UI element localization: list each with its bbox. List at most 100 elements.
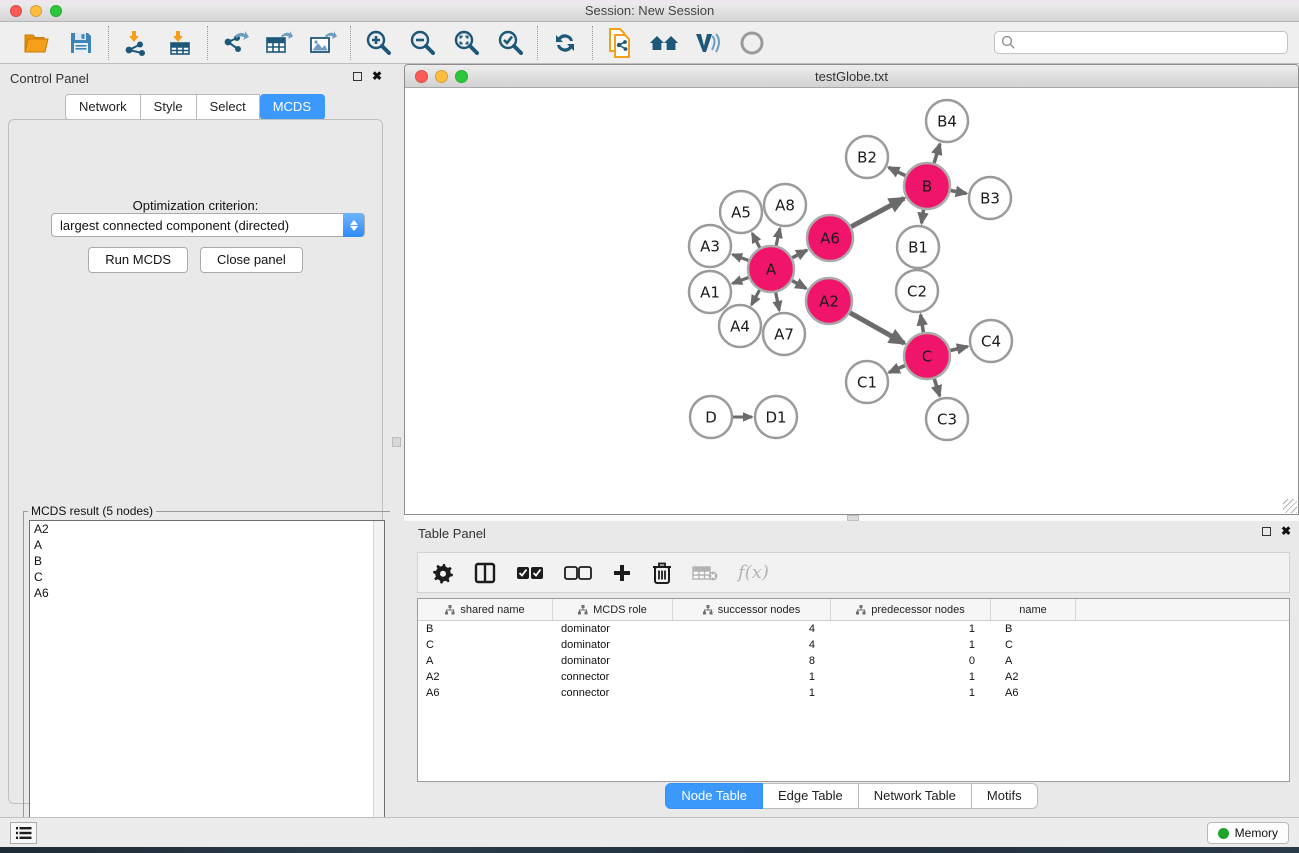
network-window-titlebar[interactable]: testGlobe.txt <box>405 65 1298 88</box>
mcds-result-item[interactable]: A <box>30 537 384 553</box>
function-builder-fx-icon[interactable]: f(x) <box>738 562 769 583</box>
table-cell[interactable]: dominator <box>553 653 673 669</box>
delete-table-icon[interactable] <box>692 565 718 581</box>
import-table-icon[interactable] <box>165 28 195 58</box>
graph-edge-A6-B[interactable] <box>851 198 904 226</box>
table-cell[interactable]: B <box>418 621 553 637</box>
table-cell[interactable]: A6 <box>991 685 1076 701</box>
zoom-fit-icon[interactable] <box>451 28 481 58</box>
graph-edge-C-C1[interactable] <box>889 366 905 373</box>
graph-edge-C-C3[interactable] <box>934 379 939 396</box>
float-panel-icon[interactable] <box>1262 527 1271 536</box>
zoom-selected-icon[interactable] <box>495 28 525 58</box>
window-resize-grip[interactable] <box>1283 499 1297 513</box>
unselect-all-columns-icon[interactable] <box>564 566 592 580</box>
table-cell[interactable]: 4 <box>673 637 831 653</box>
graph-edge-A-A3[interactable] <box>733 255 749 261</box>
mcds-result-item[interactable]: B <box>30 553 384 569</box>
graph-edge-B-B4[interactable] <box>934 144 940 163</box>
table-cell[interactable]: B <box>991 621 1076 637</box>
column-header-shared-name[interactable]: shared name <box>418 599 553 620</box>
graph-edge-A-A1[interactable] <box>733 278 749 284</box>
table-cell[interactable]: 1 <box>831 637 991 653</box>
graph-edge-A2-C[interactable] <box>850 313 904 344</box>
table-cell[interactable]: A2 <box>991 669 1076 685</box>
export-image-icon[interactable] <box>308 28 338 58</box>
table-cell[interactable]: 8 <box>673 653 831 669</box>
tab-node-table[interactable]: Node Table <box>665 783 763 809</box>
splitter-handle[interactable] <box>392 437 401 447</box>
graph-edge-C-C4[interactable] <box>950 347 967 351</box>
table-cell[interactable]: 4 <box>673 621 831 637</box>
export-table-icon[interactable] <box>264 28 294 58</box>
graph-edge-A-A4[interactable] <box>752 290 760 305</box>
import-network-icon[interactable] <box>121 28 151 58</box>
table-cell[interactable]: 1 <box>831 621 991 637</box>
graph-edge-A-A7[interactable] <box>776 293 780 311</box>
table-cell[interactable]: 1 <box>831 685 991 701</box>
table-row[interactable]: A6connector11A6 <box>418 685 1289 701</box>
vizmapper-icon[interactable] <box>693 28 723 58</box>
zoom-out-icon[interactable] <box>407 28 437 58</box>
mcds-result-item[interactable]: A2 <box>30 521 384 537</box>
table-cell[interactable]: 0 <box>831 653 991 669</box>
mcds-result-list[interactable]: A2ABCA6 <box>29 520 385 850</box>
table-cell[interactable]: dominator <box>553 637 673 653</box>
table-cell[interactable]: A2 <box>418 669 553 685</box>
zoom-in-icon[interactable] <box>363 28 393 58</box>
table-row[interactable]: A2connector11A2 <box>418 669 1289 685</box>
graph-edge-B-B1[interactable] <box>922 210 924 224</box>
task-history-button[interactable] <box>10 822 37 844</box>
vertical-splitter[interactable] <box>390 64 404 817</box>
float-panel-icon[interactable] <box>353 72 362 81</box>
memory-button[interactable]: Memory <box>1207 822 1289 844</box>
table-row[interactable]: Bdominator41B <box>418 621 1289 637</box>
table-row[interactable]: Adominator80A <box>418 653 1289 669</box>
table-options-gear-icon[interactable] <box>432 562 454 584</box>
graph-edge-C-C2[interactable] <box>921 315 924 333</box>
table-cell[interactable]: A6 <box>418 685 553 701</box>
reset-home-icon[interactable] <box>649 28 679 58</box>
column-header-successor-nodes[interactable]: successor nodes <box>673 599 831 620</box>
mcds-result-item[interactable]: A6 <box>30 585 384 601</box>
hide-panel-eye-icon[interactable] <box>737 28 767 58</box>
select-all-columns-icon[interactable] <box>516 566 544 580</box>
table-cell[interactable]: 1 <box>673 685 831 701</box>
close-panel-icon[interactable]: ✖ <box>372 71 382 81</box>
result-scrollbar[interactable] <box>373 521 384 849</box>
close-panel-button[interactable]: Close panel <box>200 247 303 273</box>
show-columns-icon[interactable] <box>474 562 496 584</box>
open-file-icon[interactable] <box>22 28 52 58</box>
network-canvas[interactable]: B4B2BB3A5A8A6A3B1AC2A1A2A4A7C4CC1DD1C3 <box>405 88 1298 514</box>
graph-edge-A-A2[interactable] <box>792 281 806 289</box>
table-cell[interactable]: connector <box>553 685 673 701</box>
graph-edge-A-A6[interactable] <box>792 250 807 258</box>
tab-style[interactable]: Style <box>141 94 197 120</box>
table-cell[interactable]: C <box>991 637 1076 653</box>
tab-network-table[interactable]: Network Table <box>859 783 972 809</box>
graph-edge-B-B3[interactable] <box>951 191 967 194</box>
table-cell[interactable]: dominator <box>553 621 673 637</box>
tab-motifs[interactable]: Motifs <box>972 783 1038 809</box>
criterion-dropdown[interactable]: largest connected component (directed) <box>51 213 365 237</box>
tab-network[interactable]: Network <box>65 94 141 120</box>
export-network-icon[interactable] <box>220 28 250 58</box>
run-mcds-button[interactable]: Run MCDS <box>88 247 188 273</box>
save-session-icon[interactable] <box>66 28 96 58</box>
clone-network-icon[interactable] <box>605 28 635 58</box>
mcds-result-item[interactable]: C <box>30 569 384 585</box>
graph-edge-A-A5[interactable] <box>752 233 760 248</box>
column-header-name[interactable]: name <box>991 599 1076 620</box>
table-cell[interactable]: A <box>418 653 553 669</box>
close-panel-icon[interactable]: ✖ <box>1281 526 1291 536</box>
column-header-MCDS-role[interactable]: MCDS role <box>553 599 673 620</box>
table-cell[interactable]: connector <box>553 669 673 685</box>
tab-select[interactable]: Select <box>197 94 260 120</box>
delete-columns-trash-icon[interactable] <box>652 562 672 584</box>
tab-edge-table[interactable]: Edge Table <box>763 783 859 809</box>
search-input[interactable] <box>994 31 1288 54</box>
table-row[interactable]: Cdominator41C <box>418 637 1289 653</box>
refresh-icon[interactable] <box>550 28 580 58</box>
tab-mcds[interactable]: MCDS <box>260 94 325 120</box>
table-cell[interactable]: C <box>418 637 553 653</box>
